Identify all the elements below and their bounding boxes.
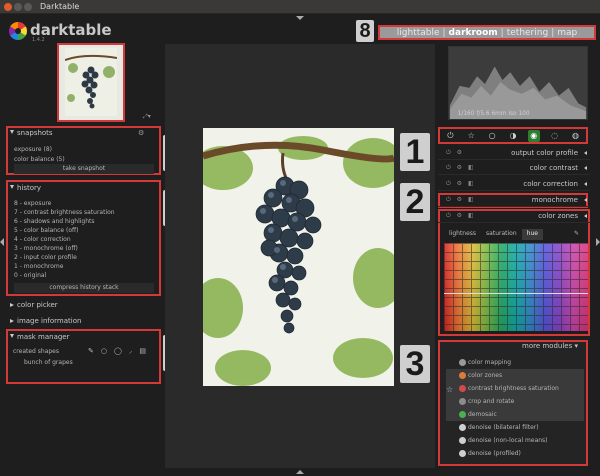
histogram[interactable]: 1/160 f/5.6 6mm iso 100 — [448, 46, 588, 120]
window-titlebar: Darktable — [0, 0, 600, 14]
module-toggle-icon[interactable]: ⏻ ⚙ — [446, 149, 464, 157]
compress-history-button[interactable]: compress history stack — [14, 283, 154, 293]
module-toggle-icon[interactable]: ⏻ ⚙ ◧ — [446, 164, 476, 172]
main-image[interactable] — [203, 128, 394, 386]
snapshots-header[interactable]: snapshots — [10, 129, 53, 137]
module-color-zones[interactable]: ⏻ ⚙ ◧ color zones — [438, 210, 590, 223]
module-toggle-icon[interactable]: ⏻ ⚙ ◧ — [446, 196, 476, 204]
history-item[interactable]: 5 - color balance (off) — [14, 227, 79, 234]
right-panel-toggle-icon[interactable] — [596, 238, 600, 246]
tab-lightness[interactable]: lightness — [444, 229, 481, 240]
tab-saturation[interactable]: saturation — [481, 229, 522, 240]
view-map[interactable]: map — [557, 28, 577, 38]
hue-curve[interactable] — [444, 293, 588, 294]
history-item[interactable]: 4 - color correction — [14, 236, 71, 243]
more-modules-panel: more modules ▾ color mapping color zones… — [438, 340, 588, 466]
brush-tool-icon[interactable]: ⸝ — [129, 347, 133, 356]
favorites-group-icon[interactable]: ☆ — [465, 130, 477, 142]
color-zones-graph[interactable] — [444, 243, 588, 331]
tone-group-icon[interactable]: ◑ — [507, 130, 519, 142]
close-button[interactable] — [4, 3, 12, 11]
history-item[interactable]: 3 - monochrome (off) — [14, 245, 78, 252]
more-module-item[interactable]: demosaic — [446, 408, 584, 421]
module-toggle-icon[interactable]: ⏻ ⚙ ◧ — [446, 212, 476, 220]
mask-manager-header[interactable]: mask manager — [10, 333, 70, 341]
color-picker-icon[interactable]: ✎ — [569, 229, 584, 240]
basic-group-icon[interactable]: ○ — [486, 130, 498, 142]
path-tool-icon[interactable]: ✎ — [88, 347, 94, 356]
more-module-item[interactable]: denoise (bilateral filter) — [446, 421, 584, 434]
image-information-header[interactable]: image information — [10, 317, 81, 325]
snapshot-item[interactable]: color balance (5) — [14, 156, 65, 163]
app-version: 1.4.2 — [32, 37, 45, 43]
created-shapes-label: created shapes — [13, 348, 59, 355]
module-toggle-icon[interactable]: ⏻ ⚙ ◧ — [446, 180, 476, 188]
thumbnail-image — [65, 48, 117, 116]
snapshots-gear-icon[interactable]: ⚙ — [138, 129, 144, 137]
window-title: Darktable — [40, 2, 80, 11]
more-module-item[interactable]: color mapping — [446, 356, 584, 369]
ellipse-tool-icon[interactable]: ◯ — [114, 347, 122, 356]
history-header[interactable]: history — [10, 184, 41, 192]
more-module-item[interactable]: denoise (profiled) — [446, 447, 584, 460]
module-groups-bar: ⏻ ☆ ○ ◑ ◉ ◌ ◍ — [438, 127, 588, 144]
maximize-button[interactable] — [24, 3, 32, 11]
navigation-thumbnail[interactable] — [57, 43, 125, 122]
view-tethering[interactable]: tethering — [507, 28, 548, 38]
history-item[interactable]: 0 - original — [14, 272, 46, 279]
correct-group-icon[interactable]: ◌ — [549, 130, 561, 142]
module-color-contrast[interactable]: ⏻ ⚙ ◧ color contrast — [438, 162, 590, 175]
more-module-item[interactable]: denoise (non-local means) — [446, 434, 584, 447]
module-monochrome[interactable]: ⏻ ⚙ ◧ monochrome — [438, 194, 590, 207]
annotation-3: 3 — [400, 345, 430, 383]
annotation-1: 1 — [400, 133, 430, 171]
module-color-correction[interactable]: ⏻ ⚙ ◧ color correction — [438, 178, 590, 191]
history-item[interactable]: 8 - exposure — [14, 200, 51, 207]
darktable-logo-icon — [9, 22, 27, 40]
zoom-fit-icon[interactable]: ⤢▾ — [143, 113, 151, 121]
take-snapshot-button[interactable]: take snapshot — [14, 164, 154, 174]
view-switcher: lighttable | darkroom | tethering | map — [378, 25, 596, 40]
view-lighttable[interactable]: lighttable — [397, 28, 440, 38]
module-output-color-profile[interactable]: ⏻ ⚙ output color profile — [438, 147, 590, 160]
history-item[interactable]: 1 - monochrome — [14, 263, 63, 270]
view-darkroom[interactable]: darkroom — [449, 28, 498, 38]
histogram-info: 1/160 f/5.6 6mm iso 100 — [458, 111, 530, 117]
more-modules-header[interactable]: more modules ▾ — [522, 342, 578, 350]
history-item[interactable]: 2 - input color profile — [14, 254, 77, 261]
more-module-item[interactable]: ☆ contrast brightness saturation — [446, 382, 584, 395]
history-item[interactable]: 7 - contrast brightness saturation — [14, 209, 115, 216]
color-zones-tabs: lightness saturation hue ✎ — [444, 229, 584, 240]
shape-item[interactable]: bunch of grapes — [24, 359, 73, 366]
effect-group-icon[interactable]: ◍ — [569, 130, 581, 142]
circle-tool-icon[interactable]: ○ — [101, 347, 107, 356]
bottom-panel-toggle-icon[interactable] — [296, 470, 304, 474]
more-module-item[interactable]: crop and rotate — [446, 395, 584, 408]
gradient-tool-icon[interactable]: ▤ — [139, 347, 146, 356]
minimize-button[interactable] — [14, 3, 22, 11]
power-group-icon[interactable]: ⏻ — [444, 130, 456, 142]
left-panel-toggle-icon[interactable] — [0, 238, 4, 246]
tab-hue[interactable]: hue — [521, 229, 543, 240]
annotation-2: 2 — [400, 183, 430, 221]
snapshot-item[interactable]: exposure (8) — [14, 146, 52, 153]
color-group-icon[interactable]: ◉ — [527, 129, 540, 142]
more-module-item[interactable]: color zones — [446, 369, 584, 382]
mask-tools: ✎ ○ ◯ ⸝ ▤ — [88, 347, 146, 356]
history-item[interactable]: 6 - shadows and highlights — [14, 218, 95, 225]
top-panel-toggle-icon[interactable] — [296, 16, 304, 20]
annotation-8: 8 — [356, 20, 374, 42]
color-picker-header[interactable]: color picker — [10, 301, 58, 309]
